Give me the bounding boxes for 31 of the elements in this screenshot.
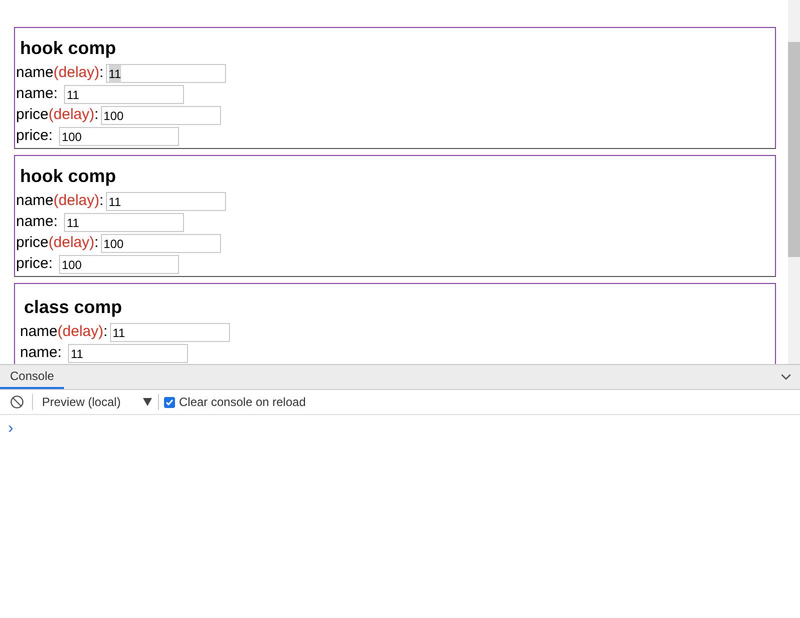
input-field[interactable]: 11 bbox=[64, 213, 184, 232]
field-label: name(delay): bbox=[16, 63, 104, 84]
field-label: name(delay): bbox=[20, 322, 108, 342]
input-field[interactable]: 11 bbox=[110, 323, 230, 342]
context-dropdown[interactable]: Preview (local) bbox=[42, 393, 152, 411]
clear-console-icon[interactable] bbox=[10, 395, 24, 409]
card-title: class comp bbox=[24, 296, 124, 319]
input-field[interactable]: 100 bbox=[58, 127, 179, 146]
input-field[interactable]: 11 bbox=[106, 192, 226, 211]
console-prompt[interactable]: › bbox=[8, 420, 14, 437]
input-field[interactable]: 11 bbox=[64, 85, 184, 104]
console-tab[interactable]: Console bbox=[0, 365, 64, 389]
field-label: name: bbox=[16, 212, 58, 232]
input-field[interactable]: 100 bbox=[100, 106, 221, 125]
field-label: name: bbox=[16, 84, 58, 104]
checkmark-icon bbox=[165, 398, 174, 406]
input-field[interactable]: 100 bbox=[100, 234, 221, 253]
field-label: name: bbox=[20, 343, 62, 364]
card-title: hook comp bbox=[20, 37, 118, 60]
dropdown-arrow-icon bbox=[143, 398, 152, 406]
input-field[interactable]: 11 bbox=[68, 344, 188, 363]
field-label: price: bbox=[16, 126, 53, 146]
clear-on-reload-checkbox[interactable]: Clear console on reload bbox=[164, 393, 306, 411]
scrollbar[interactable] bbox=[788, 0, 800, 364]
field-label: price(delay): bbox=[16, 105, 99, 126]
field-label: price: bbox=[16, 254, 53, 274]
card-title: hook comp bbox=[20, 165, 118, 188]
field-label: name(delay): bbox=[16, 191, 104, 212]
input-field[interactable]: 100 bbox=[58, 255, 179, 274]
field-label: price(delay): bbox=[16, 233, 99, 254]
input-field[interactable]: 11 bbox=[106, 64, 226, 83]
